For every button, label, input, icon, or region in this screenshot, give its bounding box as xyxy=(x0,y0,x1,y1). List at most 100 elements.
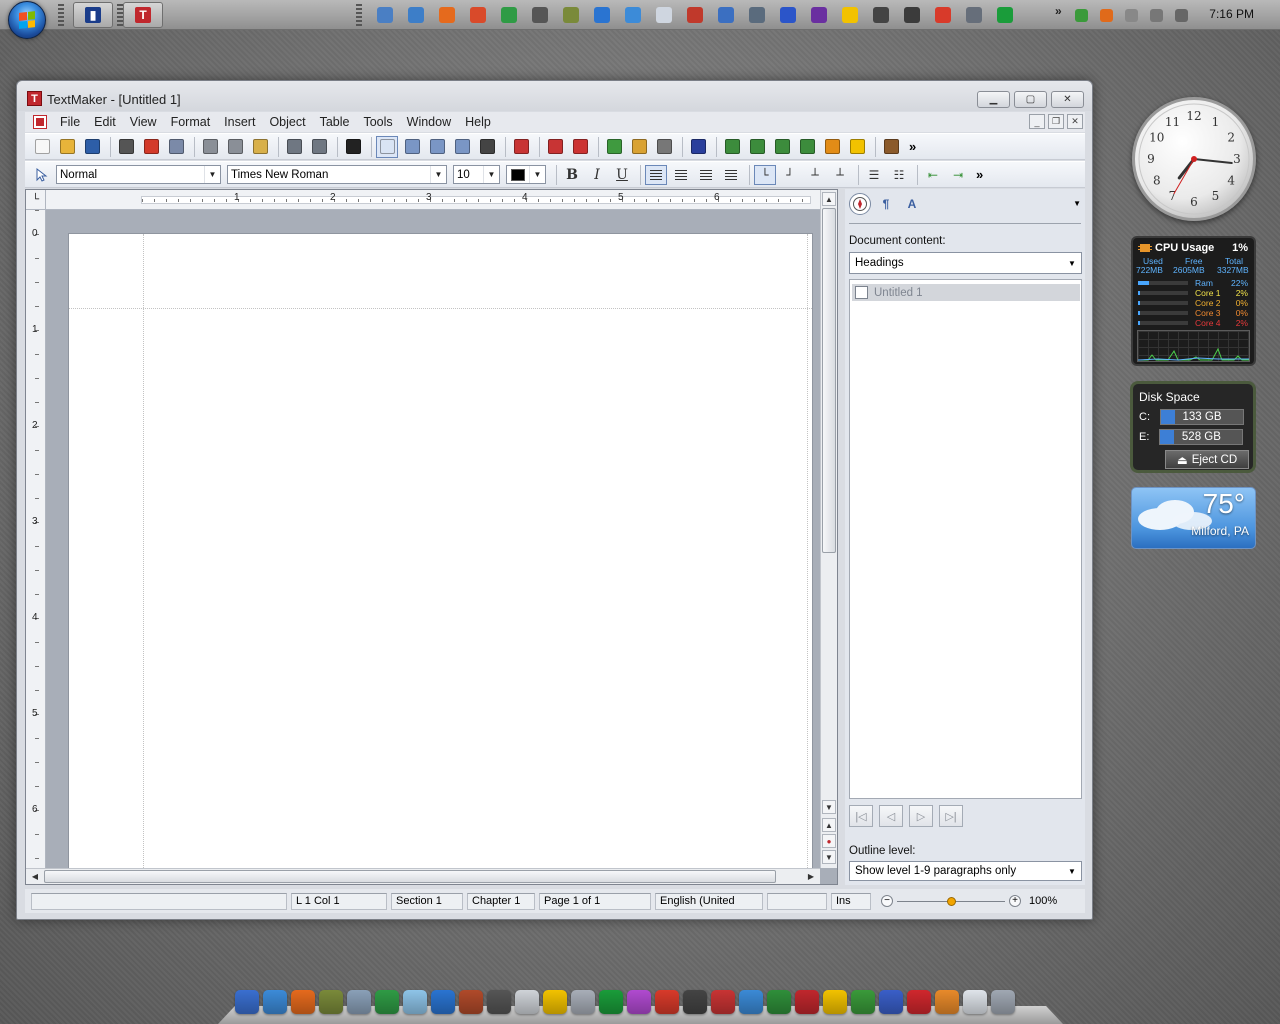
font-size-select[interactable]: 10 ▼ xyxy=(453,165,500,184)
sidebar-menu-chevron-icon[interactable]: ▼ xyxy=(1073,199,1081,208)
toolbar-button[interactable] xyxy=(821,136,843,158)
toolbar-button[interactable] xyxy=(115,136,137,158)
toolbar-button[interactable] xyxy=(628,136,650,158)
dock-icon[interactable] xyxy=(570,990,595,1020)
quick-launch-icon[interactable] xyxy=(714,5,738,25)
dock-icon[interactable] xyxy=(374,990,399,1020)
dock-icon[interactable] xyxy=(654,990,679,1020)
previous-page-button[interactable]: ▲ xyxy=(822,818,836,832)
underline-button[interactable]: U xyxy=(611,165,633,185)
toolbar-button[interactable] xyxy=(224,136,246,158)
toolbar-button[interactable] xyxy=(603,136,625,158)
quick-launch-icon[interactable] xyxy=(652,5,676,25)
scroll-right-button[interactable]: ▶ xyxy=(804,870,818,883)
window-titlebar[interactable]: T TextMaker - [Untitled 1] ▁ ▢ ✕ xyxy=(17,81,1092,111)
zoom-in-icon[interactable]: + xyxy=(1009,894,1021,907)
quick-launch-icon[interactable] xyxy=(404,5,428,25)
doc-close-button[interactable]: ✕ xyxy=(1067,114,1083,129)
quick-launch-icon[interactable] xyxy=(590,5,614,25)
cpu-usage-gadget[interactable]: CPU Usage 1% Used Free Total 722MB 2605M… xyxy=(1131,236,1256,366)
left-tab-button[interactable]: └ xyxy=(754,164,776,185)
toolbar-button[interactable] xyxy=(376,135,398,158)
menu-object[interactable]: Object xyxy=(262,115,312,129)
doc-restore-button[interactable]: ❐ xyxy=(1048,114,1064,129)
browse-object-button[interactable]: ● xyxy=(822,834,836,848)
increase-indent-button[interactable]: ⇥ xyxy=(947,165,969,185)
quick-launch-icon[interactable] xyxy=(497,5,521,25)
toolbar-button[interactable] xyxy=(140,136,162,158)
scroll-left-button[interactable]: ◀ xyxy=(28,870,42,883)
dock-icon[interactable] xyxy=(290,990,315,1020)
navigator-tab-compass-icon[interactable] xyxy=(849,193,871,215)
dock-icon[interactable] xyxy=(626,990,651,1020)
menu-file[interactable]: File xyxy=(53,115,87,129)
outline-level-select[interactable]: Show level 1-9 paragraphs only ▼ xyxy=(849,861,1082,881)
status-insert-mode[interactable]: Ins xyxy=(831,892,871,910)
toolbar-button[interactable] xyxy=(746,136,768,158)
toolbar-button[interactable] xyxy=(476,136,498,158)
app-icon[interactable]: T xyxy=(27,91,42,106)
minimize-button[interactable]: ▁ xyxy=(977,91,1010,108)
font-family-select[interactable]: Times New Roman ▼ xyxy=(227,165,447,184)
notification-icon[interactable] xyxy=(1097,5,1115,25)
first-item-button[interactable]: |◁ xyxy=(849,805,873,827)
dock-icon[interactable] xyxy=(934,990,959,1020)
toolbar-button[interactable] xyxy=(56,136,78,158)
toolbar-button[interactable] xyxy=(569,136,591,158)
taskbar-grip[interactable] xyxy=(356,4,362,26)
character-styles-tab-icon[interactable]: A xyxy=(901,193,923,215)
document-content-select[interactable]: Headings ▼ xyxy=(849,252,1082,274)
vertical-scroll-thumb[interactable] xyxy=(822,208,836,553)
list-item[interactable]: Untitled 1 xyxy=(852,284,1080,301)
dock-icon[interactable] xyxy=(906,990,931,1020)
zoom-out-icon[interactable]: − xyxy=(881,894,893,907)
toolbar-button[interactable] xyxy=(771,136,793,158)
maximize-button[interactable]: ▢ xyxy=(1014,91,1047,108)
dock-icon[interactable] xyxy=(738,990,763,1020)
document-page[interactable] xyxy=(68,233,813,873)
align-center-button[interactable] xyxy=(670,165,692,185)
paragraph-style-select[interactable]: Normal ▼ xyxy=(56,165,221,184)
toolbar-button[interactable] xyxy=(308,136,330,158)
scroll-down-button[interactable]: ▼ xyxy=(822,800,836,814)
dock-icon[interactable] xyxy=(794,990,819,1020)
quick-launch-icon[interactable] xyxy=(962,5,986,25)
menu-help[interactable]: Help xyxy=(458,115,498,129)
dock-icon[interactable] xyxy=(430,990,455,1020)
last-item-button[interactable]: ▷| xyxy=(939,805,963,827)
toolbar-button[interactable] xyxy=(880,136,902,158)
dock-icon[interactable] xyxy=(346,990,371,1020)
dock-icon[interactable] xyxy=(458,990,483,1020)
toolbar-button[interactable] xyxy=(687,136,709,158)
vertical-scrollbar[interactable]: ▲ ▼ ▲ ● ▼ xyxy=(820,190,837,868)
dock-icon[interactable] xyxy=(514,990,539,1020)
bullets-button[interactable]: ☰ xyxy=(863,165,885,185)
horizontal-ruler[interactable]: 1 2 3 4 5 6 xyxy=(46,190,837,210)
clock-gadget[interactable]: 12 1 2 3 4 5 6 7 8 9 10 11 xyxy=(1132,97,1256,221)
previous-item-button[interactable]: ◁ xyxy=(879,805,903,827)
zoom-knob[interactable] xyxy=(947,896,956,906)
dock-icon[interactable] xyxy=(990,990,1015,1020)
menu-window[interactable]: Window xyxy=(400,115,458,129)
dock-icon[interactable] xyxy=(878,990,903,1020)
document-content-list[interactable]: Untitled 1 xyxy=(849,279,1082,799)
toolbar-button[interactable] xyxy=(510,136,532,158)
quick-launch-icon[interactable] xyxy=(528,5,552,25)
toolbar-button[interactable] xyxy=(283,136,305,158)
toolbar-button[interactable] xyxy=(451,136,473,158)
align-right-button[interactable] xyxy=(695,165,717,185)
bold-button[interactable]: B xyxy=(561,165,583,185)
menu-table[interactable]: Table xyxy=(313,115,357,129)
quick-launch-icon[interactable] xyxy=(869,5,893,25)
notification-icon[interactable] xyxy=(1147,5,1165,25)
dock-icon[interactable] xyxy=(542,990,567,1020)
quick-launch-icon[interactable] xyxy=(683,5,707,25)
item-checkbox[interactable] xyxy=(855,286,868,299)
quick-launch-icon[interactable] xyxy=(466,5,490,25)
quick-launch-icon[interactable] xyxy=(838,5,862,25)
toolbar-button[interactable] xyxy=(721,136,743,158)
toolbar-button[interactable] xyxy=(401,136,423,158)
numbering-button[interactable]: ☷ xyxy=(888,165,910,185)
menu-view[interactable]: View xyxy=(123,115,164,129)
decrease-indent-button[interactable]: ⇤ xyxy=(922,165,944,185)
